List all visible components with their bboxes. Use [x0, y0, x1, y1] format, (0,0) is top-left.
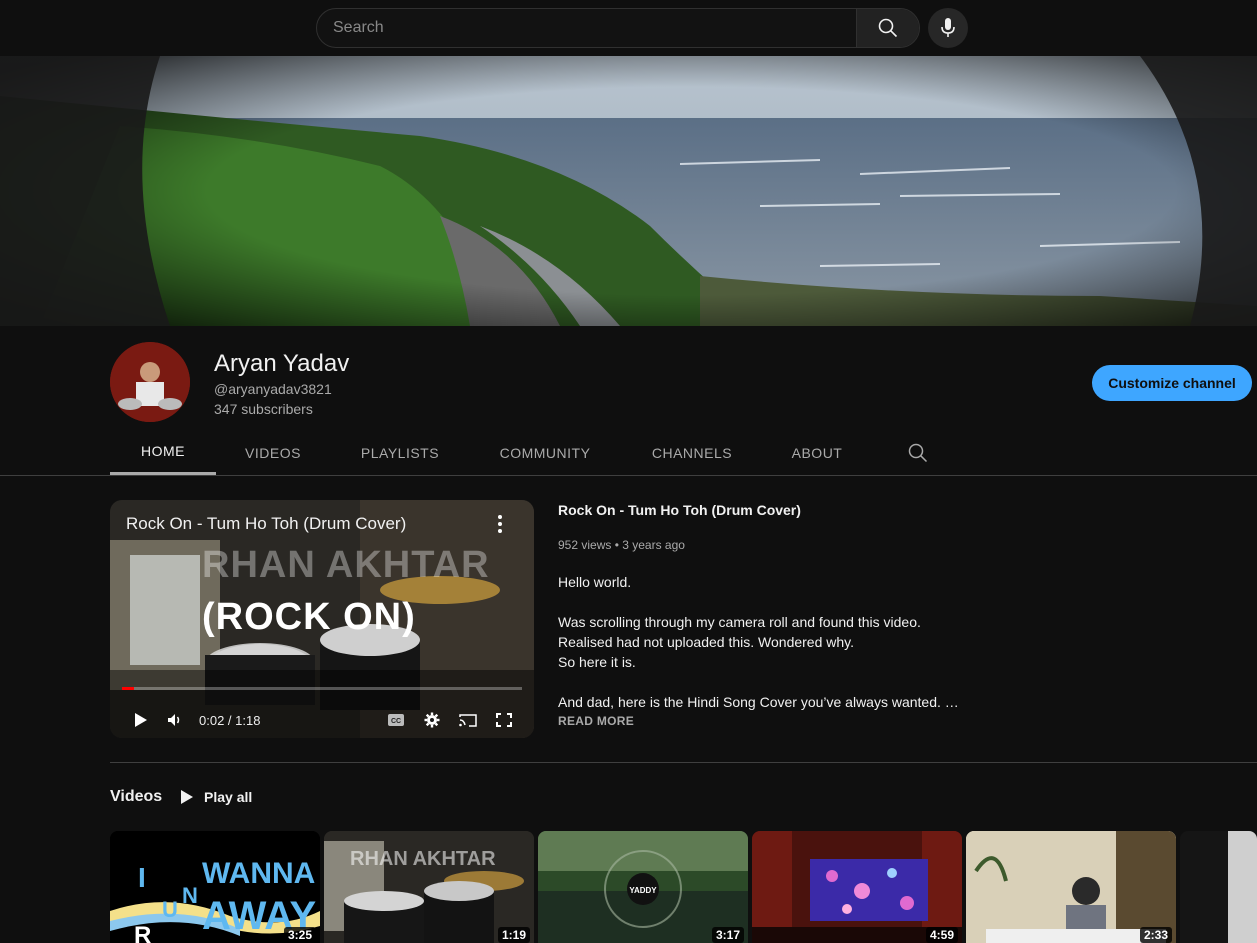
customize-channel-button[interactable]: Customize channel — [1092, 365, 1252, 401]
tab-playlists[interactable]: PLAYLISTS — [350, 430, 450, 475]
video-duration: 3:25 — [283, 927, 316, 943]
fullscreen-button[interactable] — [494, 710, 514, 730]
subscriber-count: 347 subscribers — [214, 401, 313, 417]
video-thumbnail[interactable]: 2:33 — [966, 831, 1176, 943]
captions-button[interactable]: CC — [386, 710, 406, 730]
description-line: And dad, here is the Hindi Song Cover yo… — [558, 694, 959, 710]
channel-name: Aryan Yadav — [214, 350, 350, 377]
captions-icon: CC — [388, 714, 404, 726]
video-duration: 2:33 — [1139, 927, 1172, 943]
svg-text:I: I — [138, 862, 146, 893]
channel-avatar[interactable] — [110, 342, 190, 422]
svg-text:YADDY: YADDY — [629, 886, 657, 895]
progress-fill — [122, 687, 134, 690]
cast-icon — [459, 714, 477, 727]
svg-text:RHAN AKHTAR: RHAN AKHTAR — [350, 848, 496, 870]
play-all-button[interactable]: Play all — [180, 786, 252, 808]
channel-banner — [0, 56, 1257, 326]
search-icon — [908, 443, 928, 463]
svg-text:N: N — [182, 883, 198, 908]
gear-icon — [424, 712, 440, 728]
video-thumbnail[interactable]: RHAN AKHTAR 1:19 — [324, 831, 534, 943]
channel-tabs: HOME VIDEOS PLAYLISTS COMMUNITY CHANNELS… — [0, 430, 1257, 476]
settings-button[interactable] — [422, 710, 442, 730]
video-overlay-text: RHAN AKHTAR — [202, 544, 490, 586]
play-all-label: Play all — [204, 789, 253, 805]
video-overlay-title: (ROCK ON) — [202, 596, 416, 638]
featured-video-meta: 952 views • 3 years ago — [558, 538, 685, 552]
tab-home[interactable]: HOME — [110, 430, 216, 475]
video-thumbnail[interactable]: YADDY 3:17 — [538, 831, 748, 943]
svg-text:WANNA: WANNA — [202, 857, 315, 890]
video-thumbnail[interactable]: 4:59 — [752, 831, 962, 943]
video-duration: 4:59 — [925, 927, 958, 943]
search-button[interactable] — [856, 9, 919, 47]
read-more-link[interactable]: READ MORE — [558, 714, 634, 728]
play-icon — [135, 713, 147, 727]
more-options-icon[interactable] — [496, 514, 504, 534]
channel-search-button[interactable] — [905, 440, 931, 466]
voice-search-button[interactable] — [928, 8, 968, 48]
description-line: Hello world. — [558, 574, 632, 590]
video-duration: 1:19 — [497, 927, 530, 943]
description-line: Was scrolling through my camera roll and… — [558, 614, 921, 670]
tab-community[interactable]: COMMUNITY — [490, 430, 600, 475]
fullscreen-icon — [496, 713, 512, 727]
microphone-icon — [941, 18, 955, 37]
channel-handle: @aryanyadav3821 — [214, 381, 332, 397]
search-icon — [878, 18, 898, 38]
videos-section-title[interactable]: Videos — [110, 788, 162, 806]
cast-button[interactable] — [458, 710, 478, 730]
section-divider — [110, 762, 1257, 763]
video-thumbnail[interactable] — [1180, 831, 1257, 943]
featured-video-title[interactable]: Rock On - Tum Ho Toh (Drum Cover) — [558, 502, 801, 518]
player-title[interactable]: Rock On - Tum Ho Toh (Drum Cover) — [126, 514, 406, 534]
tab-channels[interactable]: CHANNELS — [642, 430, 742, 475]
video-duration: 3:17 — [711, 927, 744, 943]
play-icon — [181, 790, 193, 804]
play-button[interactable] — [132, 710, 150, 730]
search-input[interactable] — [317, 9, 857, 47]
svg-text:CC: CC — [391, 718, 401, 725]
progress-bar[interactable] — [122, 687, 522, 690]
svg-text:R: R — [134, 922, 151, 943]
volume-icon — [168, 714, 180, 726]
video-thumbnail[interactable]: I WANNA N U AWAY R 3:25 — [110, 831, 320, 943]
svg-text:U: U — [162, 897, 178, 922]
top-bar — [0, 0, 1257, 56]
tab-about[interactable]: ABOUT — [782, 430, 852, 475]
featured-video-player[interactable]: RHAN AKHTAR (ROCK ON) Rock On - Tum Ho T… — [110, 500, 534, 738]
time-display: 0:02 / 1:18 — [199, 713, 261, 728]
featured-video-description: Hello world. Was scrolling through my ca… — [558, 572, 978, 732]
volume-button[interactable] — [166, 710, 184, 730]
tab-videos[interactable]: VIDEOS — [233, 430, 313, 475]
search-box — [316, 8, 920, 48]
